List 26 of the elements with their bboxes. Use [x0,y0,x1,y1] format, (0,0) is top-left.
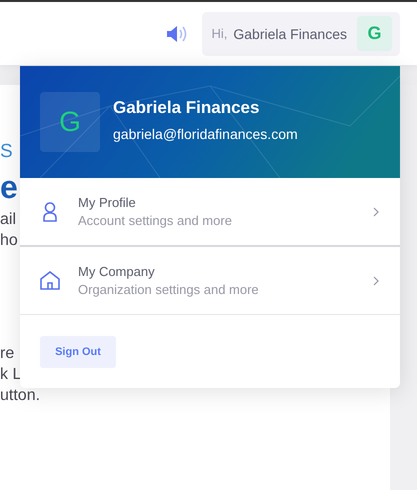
user-name: Gabriela Finances [113,98,260,118]
user-name: Gabriela Finances [233,26,347,42]
body-text: utton. [0,386,40,406]
body-text: ail [0,210,16,230]
user-email: gabriela@floridafinances.com [113,126,298,142]
avatar: G [40,92,100,152]
item-title: My Profile [78,195,137,210]
user-menu-toggle[interactable]: Hi, Gabriela Finances G [202,12,400,56]
body-text: ho [0,231,18,251]
house-icon [40,271,60,290]
menu-item[interactable]: My Profile Account settings and more [20,178,400,247]
page-heading: e [0,171,18,203]
avatar: G [357,16,392,51]
chevron-icon [373,276,379,286]
greeting: Hi, [211,26,228,41]
body-text: k L [0,365,22,385]
item-subtitle: Organization settings and more [78,282,260,297]
section-label: S [0,141,13,163]
body-text: re [0,344,14,364]
sign-out-button[interactable]: Sign Out [40,336,116,368]
item-title: My Company [78,264,156,279]
chevron-icon [373,206,379,216]
speaker-icon[interactable] [166,24,188,42]
menu-item[interactable]: My Company Organization settings and more [20,247,400,315]
item-subtitle: Account settings and more [78,213,233,228]
person-icon [40,202,60,222]
